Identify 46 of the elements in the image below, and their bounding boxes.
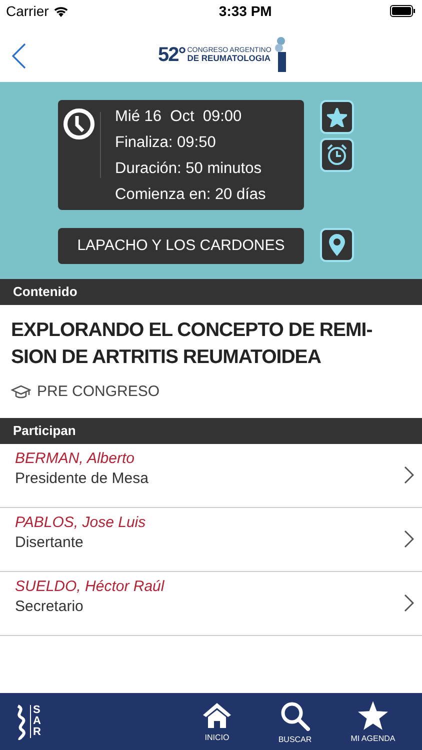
section-header: Contenido	[0, 279, 422, 305]
participant-role: Disertante	[15, 533, 84, 553]
clock-time: 3:33 PM	[218, 2, 272, 20]
participant-row[interactable]: PABLOS, Jose Luis Disertante	[0, 508, 422, 572]
schedule-line: Duración: 50 minutos	[115, 159, 262, 179]
search-icon	[280, 701, 310, 731]
chevron-right-icon	[404, 530, 414, 548]
session-title: EXPLORANDO EL CONCEPTO DE REMI-SION DE ARTRITIS REUMATOIDEA	[11, 318, 374, 370]
star-icon	[327, 108, 347, 126]
schedule-line: Comienza en: 20 días	[115, 185, 266, 205]
tab-button[interactable]: MI AGENDA	[338, 701, 408, 746]
logo-number: 52°	[158, 45, 186, 65]
map-pin-icon	[329, 234, 345, 256]
tab-button[interactable]: INICIO	[182, 701, 252, 746]
back-button[interactable]	[10, 42, 28, 70]
participant-name: SUELDO, Héctor Raúl	[15, 577, 166, 597]
alarm-clock-icon	[326, 144, 348, 166]
participant-row[interactable]: BERMAN, Alberto Presidente de Mesa	[0, 444, 422, 508]
favorite-button[interactable]	[320, 100, 354, 134]
alarm-button[interactable]	[320, 138, 354, 172]
chevron-right-icon	[404, 594, 414, 612]
clock-icon	[63, 108, 95, 140]
chevron-right-icon	[404, 466, 414, 484]
graduation-cap-icon	[11, 385, 31, 400]
carrier-label: Carrier	[6, 2, 49, 20]
tab-button[interactable]: BUSCAR	[260, 701, 330, 746]
location-label: LAPACHO Y LOS CARDONES	[58, 228, 304, 264]
section-header: Participan	[0, 418, 422, 444]
logo-letter: S	[33, 705, 41, 716]
home-icon	[202, 701, 232, 729]
location-button[interactable]	[320, 228, 354, 262]
schedule-line: Finaliza: 09:50	[115, 133, 217, 153]
logo-letter: A	[33, 716, 41, 727]
logo-subtitle: DE REUMATOLOGIA	[187, 54, 272, 63]
participant-name: BERMAN, Alberto	[15, 449, 136, 469]
wifi-icon	[52, 5, 69, 17]
battery-icon	[390, 5, 416, 17]
category-label: PRE CONGRESO	[37, 382, 160, 402]
back-chevron-icon	[12, 43, 26, 69]
participant-row[interactable]: SUELDO, Héctor Raúl Secretario	[0, 572, 422, 636]
star-icon	[358, 701, 388, 730]
participant-role: Presidente de Mesa	[15, 469, 150, 489]
logo-letter: R	[33, 727, 41, 738]
participant-name: PABLOS, Jose Luis	[15, 513, 147, 533]
participant-role: Secretario	[15, 597, 84, 617]
schedule-line: Mié 16 Oct 09:00	[115, 107, 243, 127]
